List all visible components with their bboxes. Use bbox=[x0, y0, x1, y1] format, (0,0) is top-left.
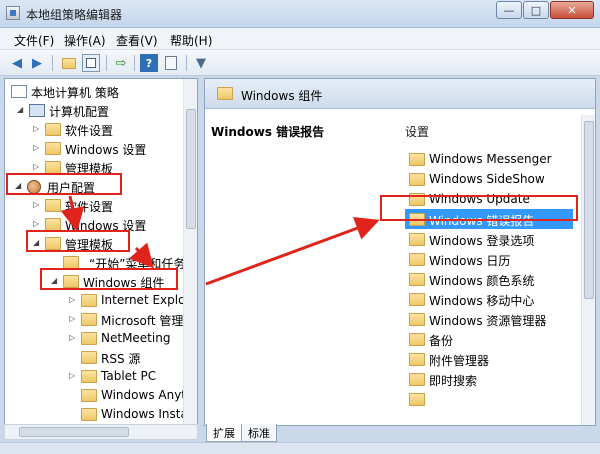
arrow-to-error-reporting bbox=[205, 216, 380, 286]
arrow-to-components bbox=[129, 242, 154, 269]
annotation-arrows bbox=[60, 195, 380, 286]
arrow-to-templates bbox=[60, 195, 85, 232]
